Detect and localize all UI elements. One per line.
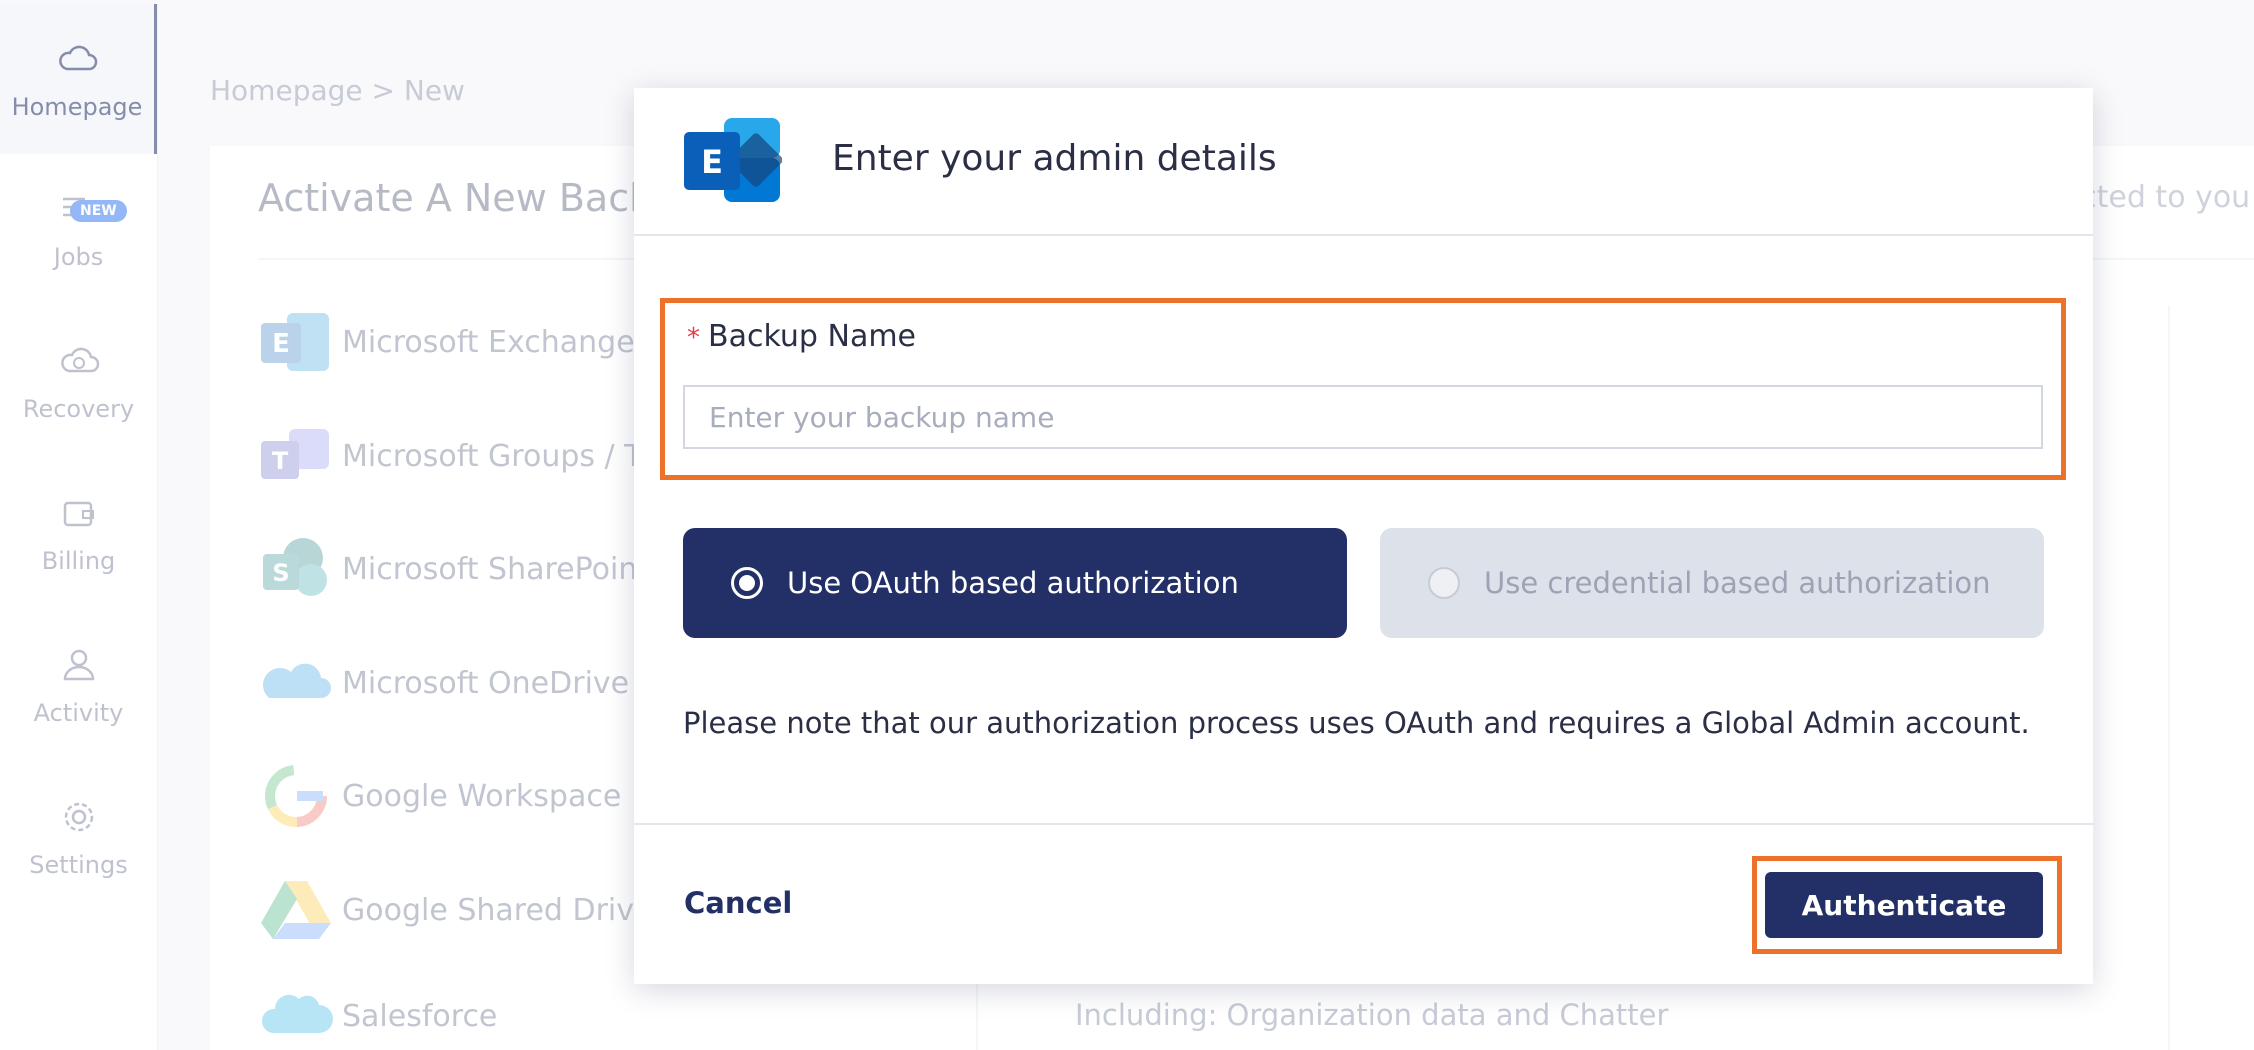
backup-name-input[interactable] <box>683 385 2043 449</box>
authenticate-button-highlight: Authenticate <box>1752 856 2062 954</box>
modal-title: Enter your admin details <box>832 138 1277 179</box>
modal-header: E Enter your admin details <box>634 88 2093 236</box>
footer-divider <box>634 823 2093 825</box>
oauth-authorization-option[interactable]: Use OAuth based authorization <box>683 528 1347 638</box>
radio-unselected[interactable] <box>1428 567 1460 599</box>
credential-option-label: Use credential based authorization <box>1484 566 1991 600</box>
oauth-note: Please note that our authorization proce… <box>683 706 2030 740</box>
exchange-logo-letter: E <box>701 143 723 181</box>
admin-details-modal: E Enter your admin details * Backup Name … <box>634 88 2093 984</box>
required-asterisk: * <box>687 323 700 353</box>
radio-selected[interactable] <box>731 567 763 599</box>
cancel-button[interactable]: Cancel <box>684 886 792 920</box>
backup-name-field-highlight: * Backup Name <box>660 298 2066 480</box>
oauth-option-label: Use OAuth based authorization <box>787 566 1239 600</box>
backup-name-label-text: Backup Name <box>708 319 917 354</box>
backup-name-label: * Backup Name <box>687 319 916 354</box>
credential-authorization-option[interactable]: Use credential based authorization <box>1380 528 2044 638</box>
authenticate-button[interactable]: Authenticate <box>1765 872 2043 938</box>
exchange-logo-icon: E <box>682 116 783 206</box>
